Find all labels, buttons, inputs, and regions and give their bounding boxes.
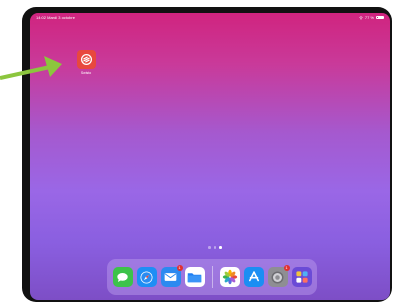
battery-percent: 77 % [364,15,374,20]
page-dot[interactable] [208,246,211,249]
home-screen: 14:02 Mardi 3 octobre 77 % Swisto 1 1 [30,13,390,300]
page-indicator[interactable] [208,246,222,249]
dock: 1 1 [107,259,317,295]
mail-app-icon[interactable]: 1 [160,265,183,287]
wifi-icon [359,16,363,20]
app-store-icon[interactable] [243,267,264,287]
battery-icon [376,15,384,20]
swisto-app[interactable]: Swisto [73,50,99,75]
swisto-app-label: Swisto [80,71,92,75]
messages-app-icon[interactable] [112,267,133,287]
status-bar: 14:02 Mardi 3 octobre 77 % [30,13,390,22]
swisto-logo-icon [80,53,92,66]
settings-badge: 1 [283,265,290,271]
status-indicators: 77 % [359,15,384,20]
files-app-icon[interactable] [184,267,205,287]
swisto-app-icon[interactable] [76,50,96,69]
safari-app-icon[interactable] [136,267,157,287]
status-time-date: 14:02 Mardi 3 octobre [36,15,75,20]
photos-app-icon[interactable] [219,267,240,287]
page-dot-active[interactable] [219,246,222,249]
app-library-icon[interactable] [291,267,312,287]
page-dot[interactable] [213,246,216,249]
settings-app-icon[interactable]: 1 [267,265,290,287]
annotation-arrow-icon [0,56,62,80]
mail-badge: 1 [176,265,183,271]
dock-separator [211,266,213,288]
